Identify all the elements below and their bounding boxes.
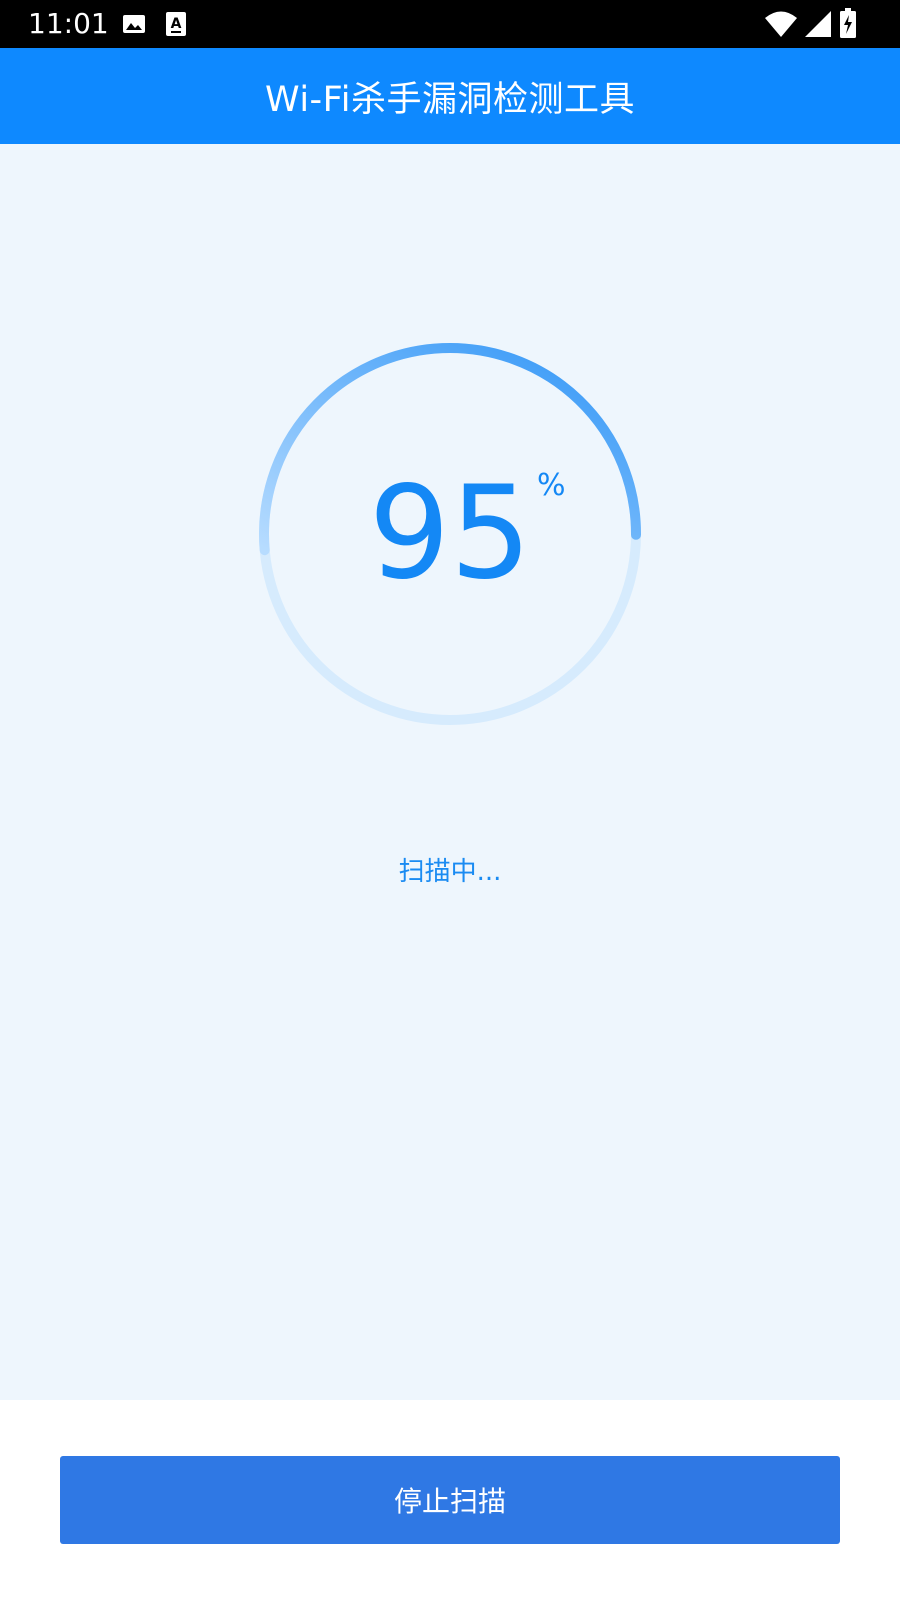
- progress-percent-unit: %: [537, 468, 566, 503]
- svg-text:A: A: [171, 16, 182, 32]
- scan-area: [0, 144, 900, 1400]
- battery-charging-icon: [840, 8, 856, 38]
- signal-icon: [805, 11, 831, 37]
- wifi-icon: [765, 11, 797, 37]
- status-time: 11:01: [28, 7, 109, 40]
- status-bar: 11:01 A: [0, 0, 900, 48]
- bottom-action-area: 停止扫描: [0, 1400, 900, 1600]
- app-bar: Wi-Fi杀手漏洞检测工具: [0, 48, 900, 144]
- keyboard-a-icon: A: [166, 12, 186, 36]
- scan-status-text: 扫描中...: [398, 857, 502, 887]
- progress-percent-value: 95: [368, 459, 532, 608]
- app-title: Wi-Fi杀手漏洞检测工具: [264, 79, 635, 120]
- image-icon: [123, 15, 145, 33]
- stop-scan-button[interactable]: 停止扫描: [60, 1456, 840, 1544]
